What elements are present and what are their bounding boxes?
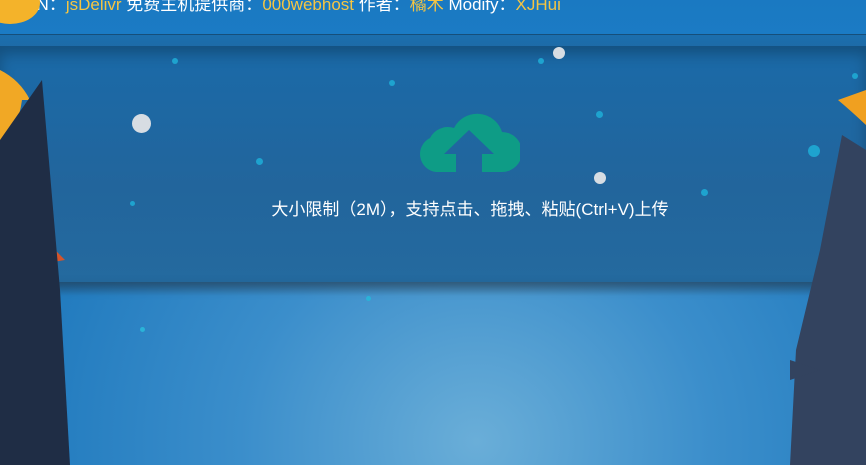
modify-link[interactable]: XJHui: [516, 0, 561, 14]
host-link[interactable]: 000webhost: [262, 0, 354, 14]
star-decoration: [132, 114, 151, 133]
upload-hint-text: 大小限制（2M），支持点击、拖拽、粘贴(Ctrl+V)上传: [271, 200, 669, 219]
cdn-link[interactable]: jsDelivr: [66, 0, 122, 14]
star-decoration: [596, 111, 603, 118]
host-label: 免费主机提供商：: [121, 0, 263, 14]
right-tree-decoration: [790, 90, 866, 465]
author-label: 作者：: [354, 0, 410, 14]
credits-line: 球CDN：jsDelivr 免费主机提供商：000webhost 作者：橘木 M…: [0, 0, 561, 13]
dropzone-shadow: [0, 282, 866, 296]
star-decoration: [538, 58, 544, 64]
modify-label: Modify：: [443, 0, 516, 14]
star-decoration: [130, 201, 135, 206]
star-decoration: [852, 73, 858, 79]
star-decoration: [172, 58, 178, 64]
header-divider: [0, 34, 866, 46]
left-tree-decoration: [0, 70, 70, 465]
star-decoration: [553, 47, 565, 59]
star-decoration: [366, 296, 371, 301]
top-info-bar: 球CDN：jsDelivr 免费主机提供商：000webhost 作者：橘木 M…: [0, 0, 866, 35]
cloud-upload-icon[interactable]: [418, 102, 520, 174]
star-decoration: [701, 189, 708, 196]
star-decoration: [389, 80, 395, 86]
star-decoration: [140, 327, 145, 332]
star-decoration: [594, 172, 606, 184]
star-decoration: [256, 158, 263, 165]
star-decoration: [808, 145, 820, 157]
author-link[interactable]: 橘木: [410, 0, 444, 14]
